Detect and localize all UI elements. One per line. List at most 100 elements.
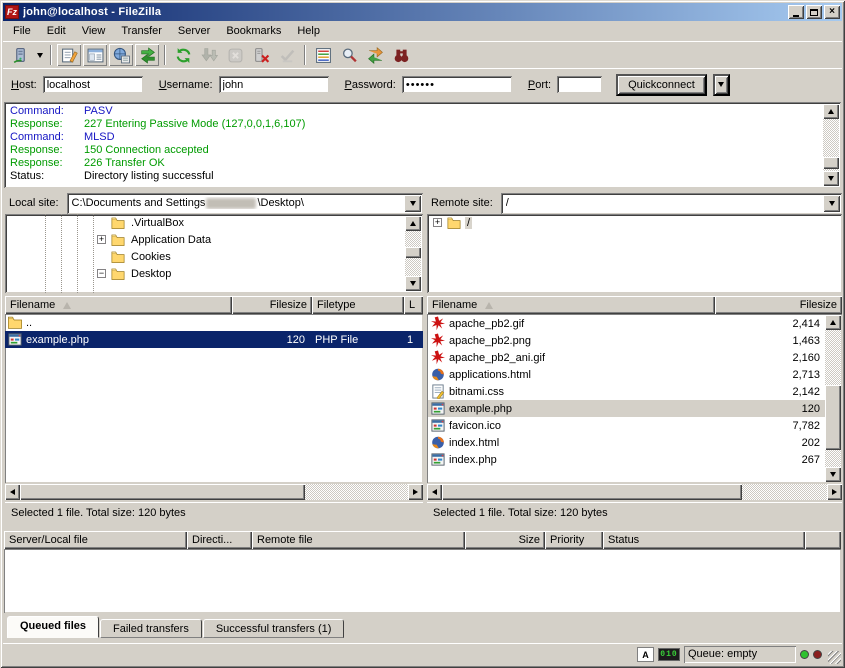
column-header-filetype[interactable]: Filetype	[312, 296, 404, 314]
host-input[interactable]	[43, 76, 143, 93]
tree-item-application-data[interactable]: + Application Data	[5, 231, 405, 248]
local-tree-scrollbar[interactable]	[405, 216, 421, 291]
scroll-up-button[interactable]	[405, 216, 421, 231]
toggle-local-tree-button[interactable]	[83, 44, 107, 66]
scroll-left-button[interactable]	[427, 484, 442, 500]
scroll-thumb[interactable]	[405, 247, 421, 258]
remote-site-combobox[interactable]: /	[501, 193, 842, 214]
menu-server[interactable]: Server	[170, 22, 218, 40]
file-row[interactable]: apache_pb2.png1,463	[428, 332, 825, 349]
site-manager-dropdown[interactable]	[33, 44, 46, 66]
scroll-right-button[interactable]	[827, 484, 842, 500]
sync-browsing-button[interactable]	[363, 44, 387, 66]
queue-list[interactable]	[4, 549, 841, 613]
expand-icon[interactable]: +	[433, 218, 442, 227]
tree-item-root[interactable]: + /	[427, 214, 842, 231]
scroll-down-button[interactable]	[405, 276, 421, 291]
host-label: Host:	[11, 79, 37, 91]
tree-item-virtualbox[interactable]: .VirtualBox	[5, 214, 405, 231]
menu-view[interactable]: View	[74, 22, 114, 40]
scroll-thumb[interactable]	[20, 484, 305, 500]
column-header-filename[interactable]: Filename	[5, 296, 232, 314]
maximize-button[interactable]	[806, 5, 822, 19]
toggle-remote-tree-button[interactable]	[109, 44, 133, 66]
username-input[interactable]	[219, 76, 329, 93]
local-site-combobox[interactable]: C:\Documents and Settings\Desktop\	[67, 193, 423, 214]
log-scrollbar[interactable]	[823, 104, 839, 186]
scroll-thumb[interactable]	[823, 157, 839, 169]
compare-directories-button[interactable]	[389, 44, 413, 66]
combo-dropdown-button[interactable]	[404, 195, 421, 212]
column-header-filesize[interactable]: Filesize	[232, 296, 312, 314]
minimize-button[interactable]	[788, 5, 804, 19]
scroll-down-button[interactable]	[825, 467, 841, 482]
column-header-filename[interactable]: Filename	[427, 296, 715, 314]
file-row-selected[interactable]: example.php120	[428, 400, 825, 417]
column-header-server-local-file[interactable]: Server/Local file	[4, 531, 187, 549]
port-input[interactable]	[557, 76, 602, 93]
site-manager-button[interactable]	[8, 44, 32, 66]
combo-dropdown-button[interactable]	[823, 195, 840, 212]
column-header-remote-file[interactable]: Remote file	[252, 531, 465, 549]
file-row[interactable]: applications.html2,713	[428, 366, 825, 383]
binary-indicator-icon[interactable]: 010	[658, 648, 680, 661]
menu-help[interactable]: Help	[289, 22, 328, 40]
column-header-size[interactable]: Size	[465, 531, 545, 549]
file-row[interactable]: index.html202	[428, 434, 825, 451]
file-row[interactable]: index.php267	[428, 451, 825, 468]
file-row[interactable]: ..	[5, 314, 423, 331]
close-button[interactable]: ×	[824, 5, 840, 19]
scroll-left-button[interactable]	[5, 484, 20, 500]
refresh-button[interactable]	[171, 44, 195, 66]
tree-item-cookies[interactable]: Cookies	[5, 248, 405, 265]
column-header-lastmodified[interactable]: L	[404, 296, 423, 314]
file-search-button[interactable]	[337, 44, 361, 66]
password-input[interactable]	[402, 76, 512, 93]
file-row[interactable]: bitnami.css2,142	[428, 383, 825, 400]
scroll-thumb[interactable]	[442, 484, 742, 500]
tab-queued-files[interactable]: Queued files	[7, 616, 99, 638]
collapse-icon[interactable]: −	[97, 269, 106, 278]
scroll-down-button[interactable]	[823, 171, 839, 186]
column-header-direction[interactable]: Directi...	[187, 531, 252, 549]
column-header-status[interactable]: Status	[603, 531, 805, 549]
search-icon	[341, 47, 358, 64]
scroll-up-button[interactable]	[823, 104, 839, 119]
menu-edit[interactable]: Edit	[39, 22, 74, 40]
menu-bookmarks[interactable]: Bookmarks	[218, 22, 289, 40]
file-row[interactable]: apache_pb2_ani.gif2,160	[428, 349, 825, 366]
column-header-priority[interactable]: Priority	[545, 531, 603, 549]
remote-list-scrollbar[interactable]	[825, 315, 841, 482]
reconnect-button[interactable]	[275, 44, 299, 66]
process-queue-button[interactable]	[197, 44, 221, 66]
tab-successful-transfers[interactable]: Successful transfers (1)	[203, 619, 345, 638]
scroll-right-button[interactable]	[408, 484, 423, 500]
remote-site-row: Remote site: /	[427, 192, 842, 214]
toolbar-separator	[304, 45, 306, 65]
quickconnect-button[interactable]: Quickconnect	[616, 74, 707, 96]
title-bar[interactable]: Fz john@localhost - FileZilla ×	[3, 3, 842, 21]
menu-transfer[interactable]: Transfer	[113, 22, 170, 40]
tab-failed-transfers[interactable]: Failed transfers	[100, 619, 202, 638]
quickconnect-dropdown[interactable]	[713, 74, 730, 96]
scroll-thumb[interactable]	[825, 385, 841, 450]
cancel-button[interactable]	[223, 44, 247, 66]
local-list-hscrollbar[interactable]	[5, 484, 423, 500]
file-row[interactable]: apache_pb2.gif2,414	[428, 315, 825, 332]
expand-icon[interactable]: +	[97, 235, 106, 244]
queue-header: Server/Local file Directi... Remote file…	[4, 531, 841, 549]
toggle-queue-button[interactable]	[135, 44, 159, 66]
filter-button[interactable]	[311, 44, 335, 66]
ascii-indicator-icon[interactable]: A	[637, 647, 654, 662]
toggle-log-button[interactable]	[57, 44, 81, 66]
remote-list-hscrollbar[interactable]	[427, 484, 842, 500]
column-header-filesize[interactable]: Filesize	[715, 296, 842, 314]
tree-item-desktop[interactable]: − Desktop	[5, 265, 405, 282]
menu-file[interactable]: File	[5, 22, 39, 40]
file-row[interactable]: favicon.ico7,782	[428, 417, 825, 434]
toolbar-separator	[50, 45, 52, 65]
scroll-up-button[interactable]	[825, 315, 841, 330]
disconnect-button[interactable]	[249, 44, 273, 66]
file-row-selected[interactable]: example.php 120 PHP File 1	[5, 331, 423, 348]
resize-grip[interactable]	[828, 651, 841, 664]
